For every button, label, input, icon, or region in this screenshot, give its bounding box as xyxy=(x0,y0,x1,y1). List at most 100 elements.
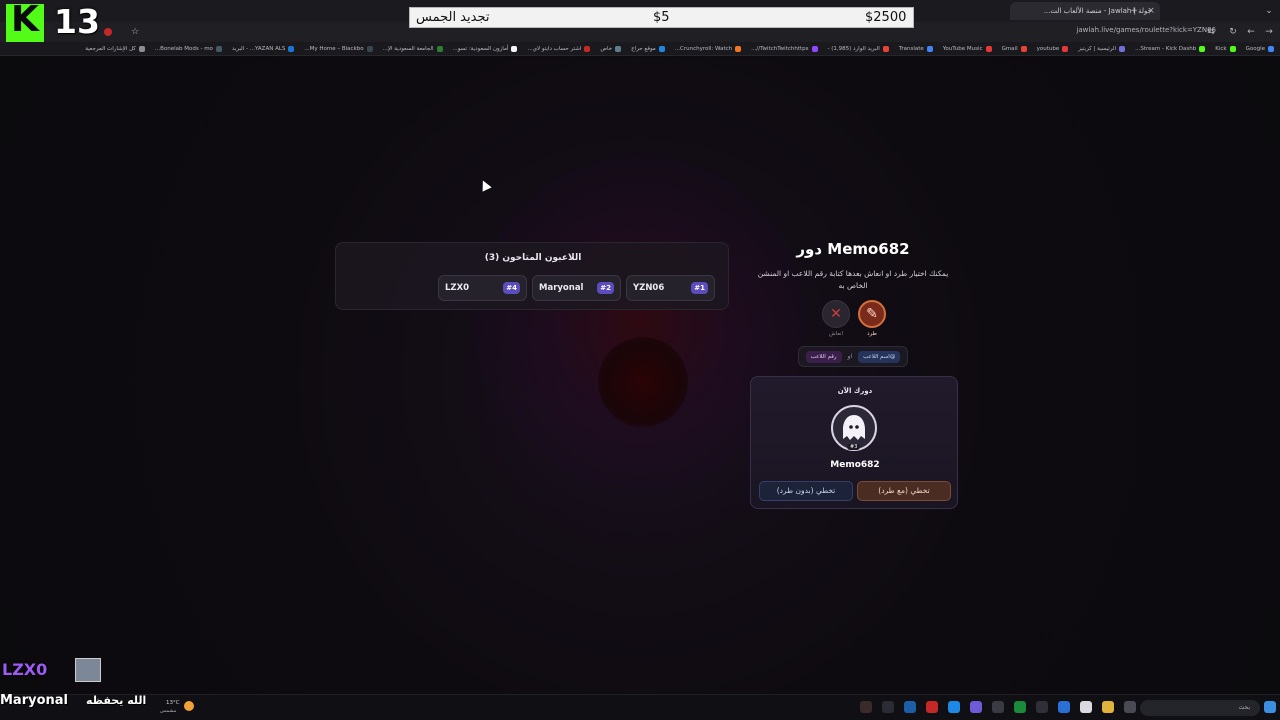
bookmark-item[interactable]: Kick xyxy=(1215,45,1236,52)
bookmark-favicon-icon xyxy=(1062,45,1069,52)
player-rank-badge: #4 xyxy=(503,282,520,294)
bookmark-item[interactable]: youtube xyxy=(1037,45,1069,52)
revive-action-label: انعاش xyxy=(828,331,844,337)
bookmark-item[interactable]: Bonelab Mods - mo... xyxy=(155,45,222,52)
forward-icon[interactable]: ← xyxy=(1244,25,1258,39)
taskbar-app-icon[interactable] xyxy=(992,701,1004,713)
taskbar-chrome-icon[interactable] xyxy=(1058,701,1070,713)
roulette-game-page xyxy=(0,57,1280,694)
taskbar-app-icon[interactable] xyxy=(1036,701,1048,713)
bookmark-favicon-icon xyxy=(926,45,933,52)
bookmark-item[interactable]: الجامعة السعودية الإ... xyxy=(383,45,443,52)
player-rank-badge: #2 xyxy=(597,282,614,294)
taskbar-app-icon[interactable] xyxy=(860,701,872,713)
bookmark-favicon-icon xyxy=(985,45,992,52)
revive-disabled-icon: ✕ xyxy=(822,300,850,328)
site-settings-icon[interactable]: ⇆ xyxy=(1204,25,1218,39)
taskbar-steam-icon[interactable] xyxy=(904,701,916,713)
skip-with-kick-button[interactable]: تخطي (مع طرد) xyxy=(857,481,951,501)
bookmark-star-icon[interactable]: ☆ xyxy=(128,25,142,39)
current-turn-label: دورك الآن xyxy=(837,387,873,395)
available-players-card: اللاعبون المتاحون (3) YZN06 #1 Maryonal … xyxy=(335,242,729,310)
mode-by-number-option[interactable]: رقم اللاعب xyxy=(805,350,842,363)
bookmark-favicon-icon xyxy=(735,45,742,52)
taskbar-app-icon[interactable] xyxy=(1124,701,1136,713)
mode-or-text: او xyxy=(847,353,853,360)
bookmark-item[interactable]: البريد الوارد (1,985) - xyxy=(828,45,889,52)
bookmark-favicon-icon xyxy=(811,45,818,52)
bookmark-item[interactable]: اشتر حساب دايتو لاي... xyxy=(527,45,591,52)
bookmark-item[interactable]: Gmail xyxy=(1002,45,1027,52)
weather-condition: مشمس xyxy=(160,708,177,714)
extension-icon[interactable] xyxy=(104,28,112,36)
chat-overlay-user: LZX0 xyxy=(2,660,48,679)
bookmark-item[interactable]: Translate xyxy=(899,45,933,52)
taskbar-xbox-icon[interactable] xyxy=(1014,701,1026,713)
bookmark-item[interactable]: أمازون السعودية: تسو... xyxy=(453,45,518,52)
kick-logo-letter: K xyxy=(11,0,39,40)
bookmark-item[interactable]: TwitchTwitchhttps//... xyxy=(751,45,818,52)
reload-icon[interactable]: ↻ xyxy=(1226,25,1240,39)
target-mode-selector: @اسم اللاعب او رقم اللاعب xyxy=(798,346,908,367)
kick-action-button[interactable]: ✎ طرد xyxy=(857,300,887,337)
mode-by-name-option[interactable]: @اسم اللاعب xyxy=(858,350,901,363)
bookmark-favicon-icon xyxy=(215,45,222,52)
bookmark-item[interactable]: YouTube Music xyxy=(943,45,992,52)
bookmark-favicon-icon xyxy=(615,45,622,52)
taskbar-app-icon[interactable] xyxy=(1080,701,1092,713)
taskbar-app-icon[interactable] xyxy=(882,701,894,713)
taskbar-app-icon[interactable] xyxy=(948,701,960,713)
roulette-wheel-center xyxy=(598,337,688,427)
turn-title: دور Memo682 xyxy=(796,240,910,258)
avatar-number-badge: #3 xyxy=(847,444,861,450)
player-chip[interactable]: YZN06 #1 xyxy=(626,275,715,301)
bookmark-item[interactable]: Stream - Kick Dashb... xyxy=(1135,45,1206,52)
player-name: LZX0 xyxy=(445,283,470,293)
bookmark-item[interactable]: My Home – Blackbo... xyxy=(304,45,373,52)
tab-search-icon[interactable]: ⌄ xyxy=(1262,4,1276,18)
bookmark-favicon-icon xyxy=(1199,45,1206,52)
donation-current: $5 xyxy=(653,10,670,25)
bookmark-favicon-icon xyxy=(511,45,518,52)
bookmark-favicon-icon xyxy=(882,45,889,52)
folder-icon xyxy=(138,45,145,52)
bookmark-favicon-icon xyxy=(658,45,665,52)
taskbar-app-icon[interactable] xyxy=(970,701,982,713)
available-players-title: اللاعبون المتاحون (3) xyxy=(484,253,582,263)
chat-overlay-user: Maryonal xyxy=(0,693,69,708)
revive-action-button[interactable]: ✕ انعاش xyxy=(821,300,851,337)
taskbar-search-input[interactable]: بحث xyxy=(1140,700,1260,716)
weather-sun-icon[interactable] xyxy=(184,701,194,711)
ghost-avatar-icon xyxy=(843,415,865,440)
bookmark-item[interactable]: الرئيسية | كريتيز xyxy=(1078,45,1126,52)
bookmark-favicon-icon xyxy=(436,45,443,52)
bookmark-item[interactable]: خاص xyxy=(600,45,622,52)
skip-without-kick-button[interactable]: تخطي (بدون طرد) xyxy=(759,481,853,501)
player-name: YZN06 xyxy=(633,283,665,293)
taskbar-folder-icon[interactable] xyxy=(1102,701,1114,713)
bookmarks-bar: Google Kick Stream - Kick Dashb... الرئي… xyxy=(0,42,1280,56)
taskbar-app-icon[interactable] xyxy=(926,701,938,713)
stream-counter: 13 xyxy=(54,2,100,41)
bookmark-item[interactable]: Crunchyroll: Watch... xyxy=(675,45,742,52)
chat-overlay-thumbnail xyxy=(75,658,101,682)
back-icon[interactable]: → xyxy=(1262,25,1276,39)
bookmark-favicon-icon xyxy=(288,45,295,52)
bookmark-favicon-icon xyxy=(1268,45,1274,52)
bookmark-favicon-icon xyxy=(1229,45,1236,52)
player-chip[interactable]: Maryonal #2 xyxy=(532,275,621,301)
new-tab-icon[interactable]: + xyxy=(1127,4,1141,18)
close-tab-icon[interactable]: × xyxy=(1144,4,1158,18)
player-name: Maryonal xyxy=(539,283,584,293)
bookmark-item[interactable]: YAZAN ALS... - البريد xyxy=(232,45,295,52)
url-text[interactable]: jawlah.live/games/roulette?kick=YZN06 xyxy=(1076,26,1216,34)
bookmark-item[interactable]: Google xyxy=(1246,45,1274,52)
kick-action-label: طرد xyxy=(867,331,877,337)
player-rank-badge: #1 xyxy=(691,282,708,294)
bookmark-item[interactable]: موقع حراج xyxy=(631,45,665,52)
all-bookmarks-folder[interactable]: كل الإشارات المرجعية xyxy=(85,45,145,52)
bookmark-favicon-icon xyxy=(584,45,591,52)
weather-temperature: 13°C xyxy=(166,700,180,706)
windows-start-icon[interactable] xyxy=(1264,701,1276,713)
player-chip[interactable]: LZX0 #4 xyxy=(438,275,527,301)
